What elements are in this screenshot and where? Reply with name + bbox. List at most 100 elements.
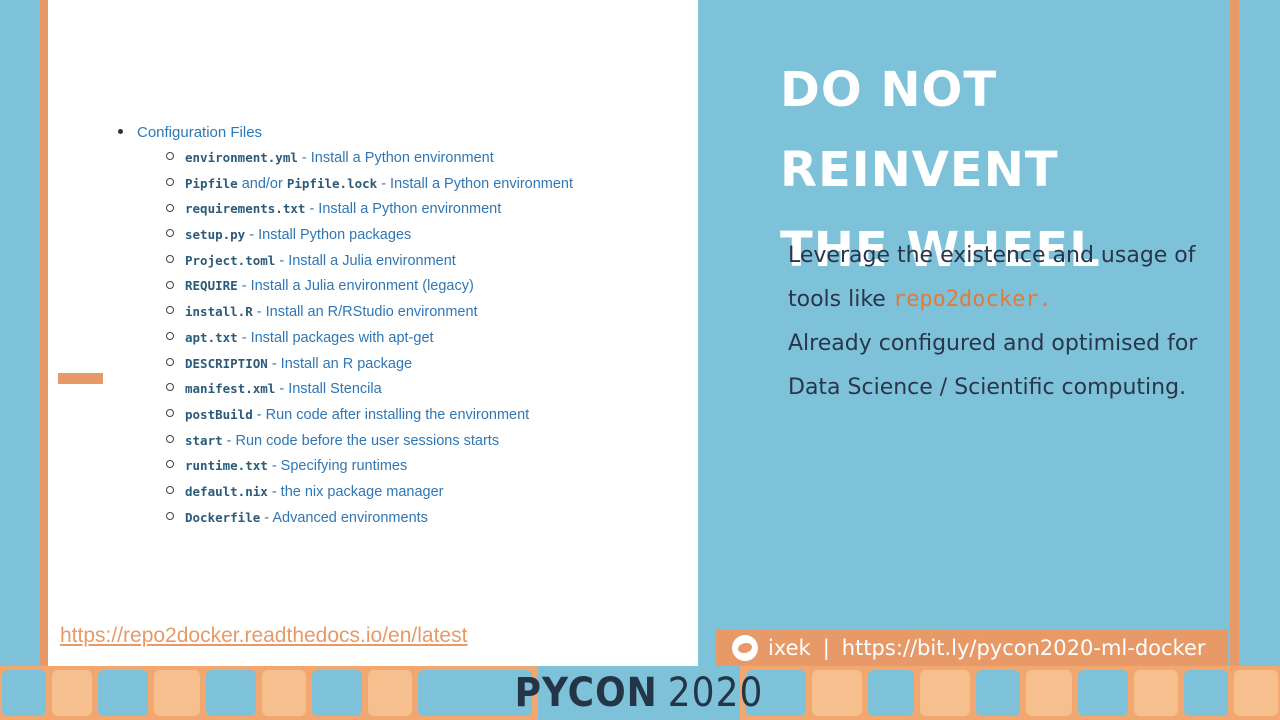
pattern-tile xyxy=(312,670,362,716)
file-description: - Install Python packages xyxy=(245,227,412,244)
separator: | xyxy=(822,636,830,660)
twitter-icon xyxy=(732,635,758,661)
twitter-handle[interactable]: ixek xyxy=(768,636,811,660)
file-description: - Install an R/RStudio environment xyxy=(252,304,478,321)
file-name: REQUIRE xyxy=(185,278,238,294)
file-name: install.R xyxy=(185,304,253,320)
wrench-icon xyxy=(368,670,412,716)
browser-icon xyxy=(868,670,914,716)
file-connector: and/or xyxy=(237,175,287,192)
file-name: DESCRIPTION xyxy=(185,355,268,371)
file-description: - Advanced environments xyxy=(260,509,428,526)
file-name: Pipfile.lock xyxy=(286,175,378,191)
list-item: environment.yml - Install a Python envir… xyxy=(166,150,573,176)
tool-name: repo2docker. xyxy=(892,287,1052,312)
circle-bullet-icon xyxy=(166,331,174,340)
slide-body: Leverage the existence and usage of tool… xyxy=(788,234,1218,410)
frame-left xyxy=(0,0,40,666)
file-description: - Install packages with apt-get xyxy=(237,329,434,346)
star-icon xyxy=(1134,670,1178,716)
leaf-icon xyxy=(1078,670,1128,716)
headline-line-1: DO NOT REINVENT xyxy=(780,62,1059,198)
circle-bullet-icon xyxy=(166,511,174,520)
list-item: Pipfile and/or Pipfile.lock - Install a … xyxy=(166,176,573,202)
circle-bullet-icon xyxy=(166,280,174,289)
slide-panel: DO NOT REINVENT THE WHEEL Leverage the e… xyxy=(698,0,1230,666)
circle-bullet-icon xyxy=(166,152,174,161)
circle-bullet-icon xyxy=(166,229,174,238)
list-item: runtime.txt - Specifying runtimes xyxy=(166,458,573,484)
pycon-year: 2020 xyxy=(667,670,764,716)
robot-icon xyxy=(1234,670,1278,716)
circle-bullet-icon xyxy=(166,486,174,495)
file-description: - Install a Python environment xyxy=(297,150,494,166)
terminal-icon xyxy=(2,670,46,716)
circle-bullet-icon xyxy=(166,306,174,315)
config-files-list: environment.yml - Install a Python envir… xyxy=(166,150,573,535)
file-name: setup.py xyxy=(185,227,246,243)
frame-right xyxy=(1239,0,1280,666)
file-name: requirements.txt xyxy=(185,201,306,217)
robot-icon xyxy=(262,670,306,716)
file-description: - the nix package manager xyxy=(267,483,444,500)
config-files-title[interactable]: Configuration Files xyxy=(137,124,262,141)
list-item: setup.py - Install Python packages xyxy=(166,227,573,253)
file-description: - Install an R package xyxy=(267,355,413,372)
file-description: - Run code before the user sessions star… xyxy=(222,432,500,449)
list-item: apt.txt - Install packages with apt-get xyxy=(166,330,573,356)
bridge-icon xyxy=(812,670,862,716)
file-name: default.nix xyxy=(185,483,268,499)
laptop-icon xyxy=(920,670,970,716)
leaf-icon xyxy=(98,670,148,716)
frame-left-border xyxy=(40,0,48,666)
file-description: - Install a Python environment xyxy=(305,201,502,218)
bridge-icon xyxy=(206,670,256,716)
terminal-icon xyxy=(976,670,1020,716)
file-name: start xyxy=(185,432,223,448)
file-description: - Run code after installing the environm… xyxy=(252,406,530,423)
file-name: apt.txt xyxy=(185,329,238,345)
list-item: default.nix - the nix package manager xyxy=(166,484,573,510)
pycon-brand: PYCON xyxy=(514,670,658,716)
file-name: Pipfile xyxy=(185,175,238,191)
pattern-tile xyxy=(52,670,92,716)
file-description: - Install Stencila xyxy=(275,381,382,398)
short-url[interactable]: https://bit.ly/pycon2020-ml-docker xyxy=(842,636,1206,660)
file-name: manifest.xml xyxy=(185,381,276,397)
file-description: - Install a Python environment xyxy=(377,175,574,192)
bullet-icon xyxy=(118,128,123,134)
documentation-panel: Configuration Files environment.yml - In… xyxy=(48,0,698,666)
file-name: environment.yml xyxy=(185,150,298,165)
frame-right-border xyxy=(1230,0,1239,666)
file-name: Dockerfile xyxy=(185,509,261,525)
list-item: REQUIRE - Install a Julia environment (l… xyxy=(166,278,573,304)
list-item: DESCRIPTION - Install an R package xyxy=(166,356,573,382)
circle-bullet-icon xyxy=(166,177,174,186)
list-item: Project.toml - Install a Julia environme… xyxy=(166,253,573,279)
circle-bullet-icon xyxy=(166,409,174,418)
repo2docker-docs-link[interactable]: https://repo2docker.readthedocs.io/en/la… xyxy=(60,624,467,648)
list-item: requirements.txt - Install a Python envi… xyxy=(166,201,573,227)
list-item: Dockerfile - Advanced environments xyxy=(166,510,573,536)
file-description: - Install a Julia environment xyxy=(275,252,456,269)
pattern-tile xyxy=(1184,670,1228,716)
orange-marker xyxy=(58,373,103,384)
circle-bullet-icon xyxy=(166,434,174,443)
circle-bullet-icon xyxy=(166,460,174,469)
file-description: - Install a Julia environment (legacy) xyxy=(237,278,474,295)
pycon-logo: PYCON 2020 xyxy=(515,666,762,720)
list-item: start - Run code before the user session… xyxy=(166,433,573,459)
pattern-tile xyxy=(1026,670,1072,716)
body-text-tail: Already configured and optimised for Dat… xyxy=(788,331,1198,400)
circle-bullet-icon xyxy=(166,383,174,392)
file-description: - Specifying runtimes xyxy=(267,458,408,475)
social-bar: ixek | https://bit.ly/pycon2020-ml-docke… xyxy=(716,630,1228,666)
star-icon xyxy=(154,670,200,716)
list-item: postBuild - Run code after installing th… xyxy=(166,407,573,433)
circle-bullet-icon xyxy=(166,357,174,366)
config-files-heading: Configuration Files xyxy=(118,124,262,141)
file-name: Project.toml xyxy=(185,252,276,268)
circle-bullet-icon xyxy=(166,203,174,212)
list-item: install.R - Install an R/RStudio environ… xyxy=(166,304,573,330)
list-item: manifest.xml - Install Stencila xyxy=(166,381,573,407)
